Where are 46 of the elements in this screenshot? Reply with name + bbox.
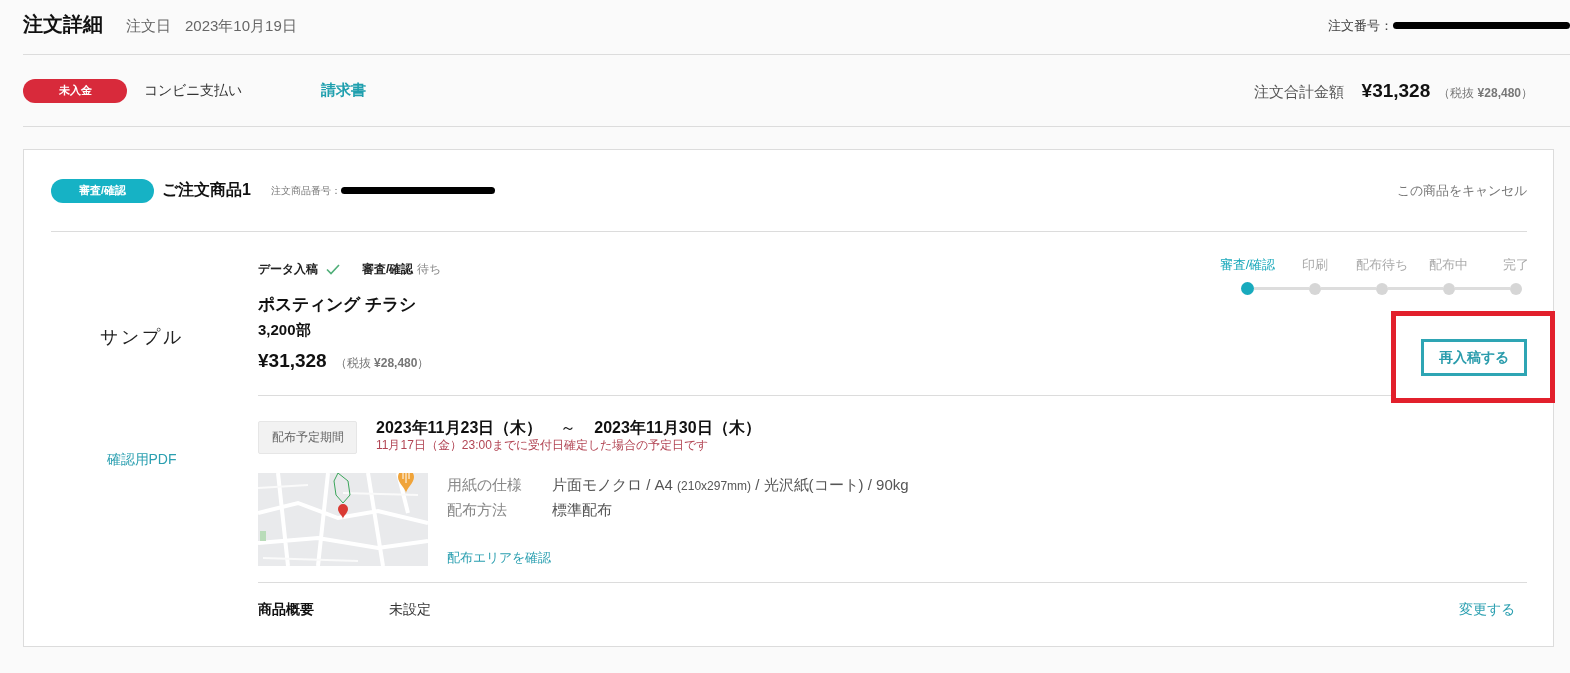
spec-label: 用紙の仕様 xyxy=(447,475,523,495)
price: ¥31,328 xyxy=(258,349,327,373)
order-date-label: 注文日 xyxy=(126,17,171,36)
period-start: 2023年11月23日（木） xyxy=(376,418,543,438)
area-link[interactable]: 配布エリアを確認 xyxy=(447,550,551,566)
pdf-link[interactable]: 確認用PDF xyxy=(106,448,177,470)
check-note: 待ち xyxy=(417,260,442,278)
edit-link[interactable]: 変更する xyxy=(1459,599,1515,619)
order-number-label: 注文番号： xyxy=(1328,16,1393,35)
invoice-link[interactable]: 請求書 xyxy=(321,81,366,100)
page-title: 注文詳細 xyxy=(23,12,103,37)
cancel-link[interactable]: この商品をキャンセル xyxy=(1397,181,1527,200)
status-badge: 審査/確認 xyxy=(51,178,154,203)
period-separator: ～ xyxy=(560,418,577,438)
item-title: ご注文商品1 xyxy=(162,180,251,200)
period-label: 配布予定期間 xyxy=(258,421,357,454)
payment-status-badge: 未入金 xyxy=(23,78,127,103)
sample-label: サンプル xyxy=(99,326,184,348)
summary-value: 未設定 xyxy=(389,600,431,619)
quantity: 3,200部 xyxy=(258,320,311,340)
summary-label: 商品概要 xyxy=(258,600,315,619)
step-label: 完了 xyxy=(1501,257,1530,273)
price-tax-excluded: （税抜 ¥28,480） xyxy=(334,355,430,372)
order-date: 2023年10月19日 xyxy=(185,17,297,36)
spec-value: 片面モノクロ / A4 (210x297mm) / 光沢紙(コート) / 90kg xyxy=(552,475,909,495)
product-name: ポスティング チラシ xyxy=(258,294,416,316)
total-amount: ¥31,328 xyxy=(1361,79,1431,102)
step-label: 印刷 xyxy=(1300,257,1329,273)
check-label: データ入稿 xyxy=(258,260,318,278)
step-connector xyxy=(1455,287,1510,290)
item-number-label: 注文商品番号： xyxy=(270,183,341,198)
step-label: 配布中 xyxy=(1428,257,1469,273)
spec-label: 配布方法 xyxy=(447,500,508,520)
spec-value: 標準配布 xyxy=(552,500,612,520)
step-label: 配布待ち xyxy=(1354,257,1409,273)
period-note: 11月17日（金）23:00までに受付日確定した場合の予定日です xyxy=(376,438,709,453)
check-label: 審査/確認 xyxy=(362,260,414,278)
payment-method: コンビニ支払い xyxy=(144,81,243,100)
total-tax-excluded: （税抜 ¥28,480） xyxy=(1438,84,1533,102)
step-connector xyxy=(1388,287,1443,290)
period-end: 2023年11月30日（木） xyxy=(594,418,761,438)
step-connector xyxy=(1254,287,1309,290)
step-connector xyxy=(1321,287,1376,290)
total-label: 注文合計金額 xyxy=(1253,82,1344,102)
reupload-button[interactable]: 再入稿する xyxy=(1421,339,1527,376)
step-label: 審査/確認 xyxy=(1218,257,1277,273)
